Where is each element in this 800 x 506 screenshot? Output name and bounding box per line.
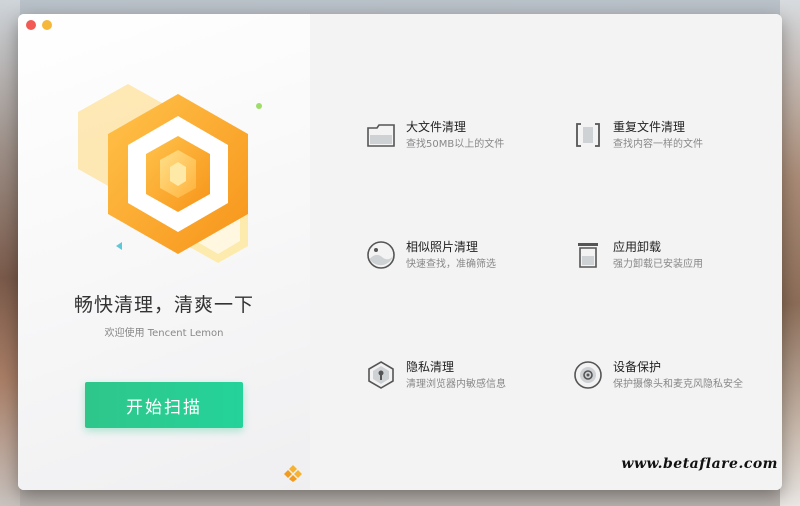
welcome-pane: 畅快清理，清爽一下 欢迎使用 Tencent Lemon 开始扫描 [18,14,310,490]
desktop-wallpaper-right [780,0,800,506]
trash-icon [578,243,598,268]
feature-large-file-cleanup[interactable]: 大文件清理 查找50MB以上的文件 [366,120,504,151]
feature-title: 相似照片清理 [406,240,479,254]
feature-privacy-cleanup[interactable]: 隐私清理 清理浏览器内敏感信息 [366,360,506,391]
desktop-wallpaper-left [0,0,20,506]
photo-icon [367,241,395,269]
watermark-text: www.betaflare.com [621,456,778,472]
feature-title: 应用卸载 [613,240,662,254]
feature-app-uninstall[interactable]: 应用卸载 强力卸载已安装应用 [573,240,703,271]
feature-title: 设备保护 [613,360,662,374]
feature-desc: 清理浏览器内敏感信息 [406,379,506,390]
window-controls [26,20,52,30]
lemon-logo-icon [284,465,302,482]
welcome-subtitle: 欢迎使用 Tencent Lemon [104,328,224,339]
feature-desc: 查找内容一样的文件 [613,139,703,150]
feature-duplicate-cleanup[interactable]: 重复文件清理 查找内容一样的文件 [573,120,703,151]
feature-desc: 保护摄像头和麦克风隐私安全 [613,379,743,390]
tagline: 畅快清理，清爽一下 [73,294,254,316]
duplicate-icon [576,123,600,147]
minimize-button[interactable] [42,20,52,30]
hexagon-logo-icon [78,84,262,263]
privacy-shield-icon [368,361,394,389]
folder-icon [367,124,395,147]
feature-title: 重复文件清理 [613,120,686,134]
close-button[interactable] [26,20,36,30]
feature-title: 隐私清理 [406,360,455,374]
camera-protect-icon [574,361,602,389]
feature-device-protection[interactable]: 设备保护 保护摄像头和麦克风隐私安全 [573,360,743,391]
features-pane: 大文件清理 查找50MB以上的文件 重复文件清理 查找内容一样的文件 相似照片清… [310,14,782,490]
start-scan-button[interactable]: 开始扫描 [85,382,243,428]
feature-title: 大文件清理 [406,120,467,134]
feature-desc: 查找50MB以上的文件 [406,139,505,150]
feature-desc: 快速查找，准确筛选 [406,259,496,270]
feature-desc: 强力卸载已安装应用 [613,259,703,270]
feature-similar-photos[interactable]: 相似照片清理 快速查找，准确筛选 [366,240,496,271]
app-window: 畅快清理，清爽一下 欢迎使用 Tencent Lemon 开始扫描 大文件清理 … [18,14,782,490]
